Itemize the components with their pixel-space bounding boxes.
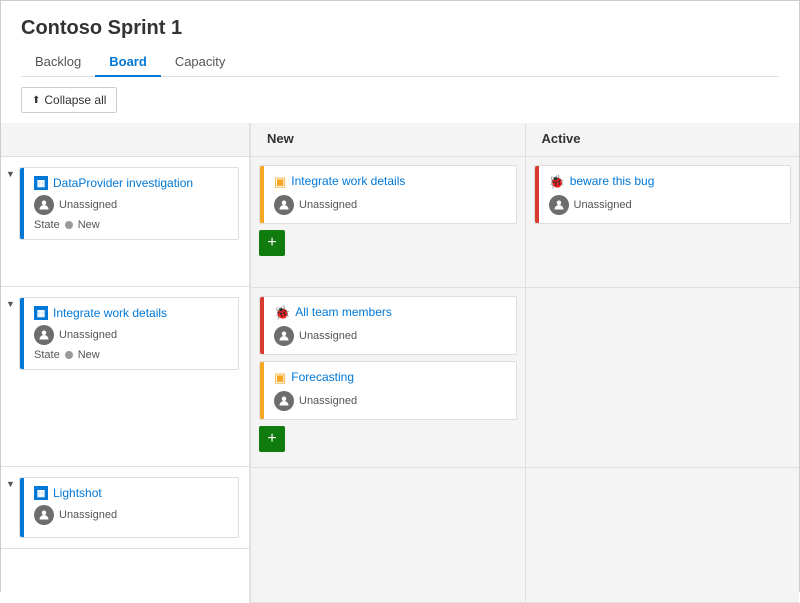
- tab-backlog[interactable]: Backlog: [21, 48, 95, 77]
- bug-icon: 🐞: [274, 305, 290, 321]
- left-card-lightshot[interactable]: ▦ Lightshot Unassigned: [19, 477, 239, 538]
- avatar: [549, 195, 569, 215]
- card-title-row: ▦ DataProvider investigation: [34, 176, 230, 190]
- card-forecasting[interactable]: ▣ Forecasting Unassigned: [259, 361, 517, 420]
- bug-icon: 🐞: [549, 174, 565, 190]
- swimlane-left-3: ▼ ▦ Lightshot Unassigned: [1, 467, 249, 549]
- assignee-text: Unassigned: [59, 509, 117, 521]
- state-dot: [65, 221, 73, 229]
- card-accent: [260, 166, 264, 223]
- assignee-text: Unassigned: [59, 329, 117, 341]
- project-title: Contoso Sprint 1: [21, 17, 779, 40]
- swimlane-rows: ▣ Integrate work details Unassigned +: [251, 157, 799, 603]
- card-state-row: State New: [34, 219, 230, 231]
- task-icon: ▦: [34, 176, 48, 190]
- assignee-text: Unassigned: [299, 330, 357, 342]
- card-title-row: ▣ Forecasting: [274, 370, 506, 386]
- card-all-team-members[interactable]: 🐞 All team members Unassigned: [259, 296, 517, 355]
- card-accent: [260, 297, 264, 354]
- add-card-button-1[interactable]: +: [259, 230, 285, 256]
- left-card-integrate[interactable]: ▦ Integrate work details Unassigned Stat…: [19, 297, 239, 370]
- swimlane-left-1: ▼ ▦ DataProvider investigation Unassigne…: [1, 157, 249, 287]
- card-assignee-row: Unassigned: [34, 505, 230, 525]
- swimlane-row-1: ▣ Integrate work details Unassigned +: [251, 157, 799, 288]
- avatar: [274, 391, 294, 411]
- card-title-row: 🐞 All team members: [274, 305, 506, 321]
- card-title: Integrate work details: [291, 174, 405, 190]
- avatar: [274, 326, 294, 346]
- card-assignee-row: Unassigned: [34, 195, 230, 215]
- col-header-active: Active: [526, 123, 800, 156]
- card-title: Forecasting: [291, 370, 354, 386]
- card-title: Lightshot: [53, 486, 102, 500]
- left-panel: ▼ ▦ DataProvider investigation Unassigne…: [1, 123, 251, 603]
- nav-tabs: Backlog Board Capacity: [21, 48, 779, 77]
- assignee-text: Unassigned: [299, 199, 357, 211]
- card-accent: [20, 478, 24, 537]
- card-assignee-row: Unassigned: [549, 195, 781, 215]
- card-state-row: State New: [34, 349, 230, 361]
- toolbar: ⬆ Collapse all: [1, 77, 799, 123]
- state-label: State: [34, 219, 60, 231]
- swimlane-2-active: [526, 288, 800, 467]
- swimlane-3-new: [251, 468, 526, 602]
- state-value: New: [78, 219, 100, 231]
- collapse-all-label: Collapse all: [44, 93, 106, 107]
- card-title-row: 🐞 beware this bug: [549, 174, 781, 190]
- swimlane-row-2: 🐞 All team members Unassigned: [251, 288, 799, 468]
- card-integrate-work-details[interactable]: ▣ Integrate work details Unassigned: [259, 165, 517, 224]
- card-accent: [260, 362, 264, 419]
- card-assignee-row: Unassigned: [274, 326, 506, 346]
- left-card-dataprovider[interactable]: ▦ DataProvider investigation Unassigned …: [19, 167, 239, 240]
- card-title: All team members: [295, 305, 392, 321]
- card-accent: [535, 166, 539, 223]
- pbi-icon: ▣: [274, 370, 286, 386]
- state-value: New: [78, 349, 100, 361]
- tab-capacity[interactable]: Capacity: [161, 48, 240, 77]
- swimlane-3-active: [526, 468, 800, 602]
- card-title: beware this bug: [570, 174, 655, 190]
- add-card-button-2[interactable]: +: [259, 426, 285, 452]
- card-accent: [20, 298, 24, 369]
- assignee-text: Unassigned: [59, 199, 117, 211]
- swimlane-2-new: 🐞 All team members Unassigned: [251, 288, 526, 467]
- state-label: State: [34, 349, 60, 361]
- row2-collapse-arrow[interactable]: ▼: [6, 299, 15, 309]
- state-dot: [65, 351, 73, 359]
- assignee-text: Unassigned: [574, 199, 632, 211]
- swimlane-1-new: ▣ Integrate work details Unassigned +: [251, 157, 526, 287]
- card-beware-bug[interactable]: 🐞 beware this bug Unassigned: [534, 165, 792, 224]
- task-icon: ▦: [34, 306, 48, 320]
- board: ▼ ▦ DataProvider investigation Unassigne…: [1, 123, 799, 603]
- swimlane-1-active: 🐞 beware this bug Unassigned: [526, 157, 800, 287]
- avatar: [274, 195, 294, 215]
- swimlane-left-2: ▼ ▦ Integrate work details Unassigned: [1, 287, 249, 467]
- avatar: [34, 325, 54, 345]
- swimlane-row-3: [251, 468, 799, 603]
- row3-collapse-arrow[interactable]: ▼: [6, 479, 15, 489]
- row1-collapse-arrow[interactable]: ▼: [6, 169, 15, 179]
- pbi-icon: ▣: [274, 174, 286, 190]
- tab-board[interactable]: Board: [95, 48, 161, 77]
- card-assignee-row: Unassigned: [274, 195, 506, 215]
- collapse-icon: ⬆: [32, 95, 40, 106]
- card-title: DataProvider investigation: [53, 176, 193, 190]
- collapse-all-button[interactable]: ⬆ Collapse all: [21, 87, 117, 113]
- card-title-row: ▦ Lightshot: [34, 486, 230, 500]
- assignee-text: Unassigned: [299, 395, 357, 407]
- card-title: Integrate work details: [53, 306, 167, 320]
- avatar: [34, 505, 54, 525]
- card-title-row: ▣ Integrate work details: [274, 174, 506, 190]
- right-area: New Active ▣ Integrate work details: [251, 123, 799, 603]
- column-headers: New Active: [251, 123, 799, 157]
- col-header-new: New: [251, 123, 526, 156]
- card-assignee-row: Unassigned: [274, 391, 506, 411]
- avatar: [34, 195, 54, 215]
- card-accent: [20, 168, 24, 239]
- card-title-row: ▦ Integrate work details: [34, 306, 230, 320]
- task-icon: ▦: [34, 486, 48, 500]
- card-assignee-row: Unassigned: [34, 325, 230, 345]
